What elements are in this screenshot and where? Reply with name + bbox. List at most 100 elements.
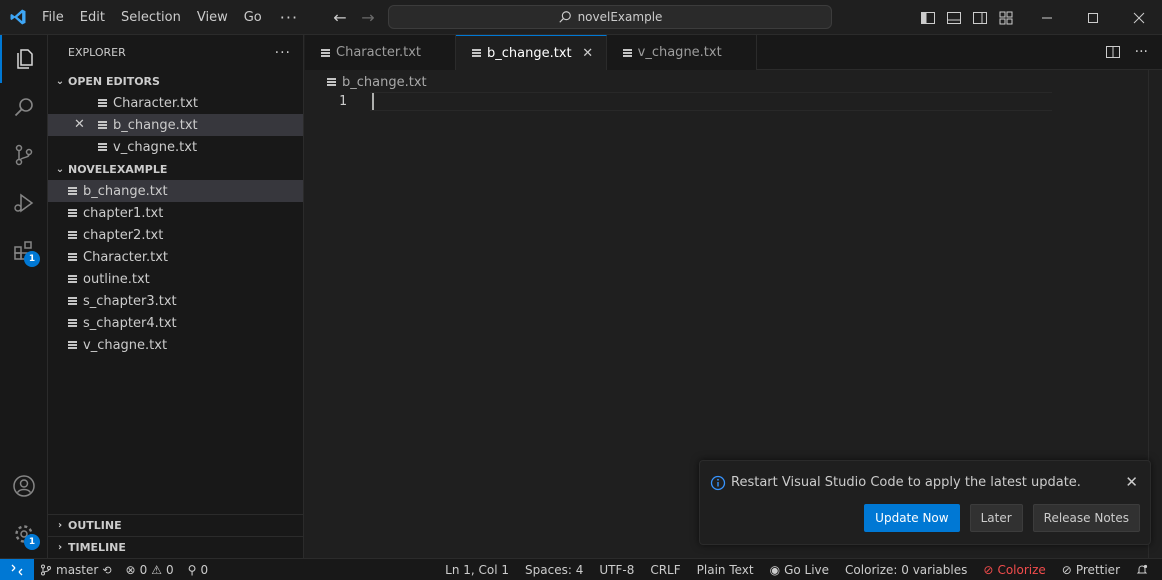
open-editor-item-active[interactable]: ✕ b_change.txt <box>48 114 303 136</box>
menu-view[interactable]: View <box>189 0 236 35</box>
file-text-icon <box>68 318 78 328</box>
branch-name: master <box>56 563 99 577</box>
later-button[interactable]: Later <box>969 504 1023 532</box>
info-icon <box>710 475 726 491</box>
notification-message: Restart Visual Studio Code to apply the … <box>731 475 1081 490</box>
more-actions-icon[interactable]: ··· <box>275 45 291 61</box>
menu-selection[interactable]: Selection <box>113 0 189 35</box>
git-branch-icon <box>41 564 51 576</box>
problems-status[interactable]: ⊗ 0 ⚠ 0 <box>126 563 174 577</box>
toggle-secondary-sidebar-icon[interactable] <box>972 10 988 26</box>
close-editor-icon[interactable]: ✕ <box>74 117 85 132</box>
open-editor-label: b_change.txt <box>113 117 198 133</box>
minimize-button[interactable] <box>1024 0 1070 35</box>
file-label: v_chagne.txt <box>83 337 168 353</box>
file-item[interactable]: chapter2.txt <box>48 224 303 246</box>
chevron-right-icon: › <box>57 542 63 553</box>
text-cursor <box>372 93 374 110</box>
error-count: 0 <box>139 563 148 577</box>
run-debug-icon <box>14 193 34 213</box>
tab-b-change[interactable]: b_change.txt ✕ <box>456 35 607 70</box>
file-text-icon <box>68 274 78 284</box>
tab-v-chagne[interactable]: v_chagne.txt <box>606 35 757 70</box>
cursor-position[interactable]: Ln 1, Col 1 <box>445 563 509 577</box>
release-notes-button[interactable]: Release Notes <box>1032 504 1140 532</box>
broadcast-icon: ⚲ <box>187 563 197 577</box>
file-text-icon <box>321 48 331 58</box>
arrow-left-icon[interactable]: ← <box>330 8 350 28</box>
source-control-icon <box>15 144 33 166</box>
accounts-button[interactable] <box>0 462 48 510</box>
maximize-button[interactable] <box>1070 0 1116 35</box>
file-text-icon <box>68 340 78 350</box>
file-text-icon <box>98 142 108 152</box>
manage-button[interactable]: 1 <box>0 510 48 558</box>
file-item[interactable]: s_chapter4.txt <box>48 312 303 334</box>
close-notification-icon[interactable]: ✕ <box>1125 473 1138 491</box>
remote-indicator[interactable] <box>0 559 34 580</box>
open-editor-item[interactable]: Character.txt <box>48 92 303 114</box>
close-tab-icon[interactable]: ✕ <box>580 46 596 61</box>
open-editor-item[interactable]: v_chagne.txt <box>48 136 303 158</box>
tab-label: b_change.txt <box>487 45 572 61</box>
branch-status[interactable]: master ⟲ <box>40 563 112 577</box>
file-text-icon <box>622 48 633 58</box>
notifications-status[interactable] <box>1136 564 1148 576</box>
split-editor-icon[interactable] <box>1105 44 1121 60</box>
editor-actions: ··· <box>1105 44 1148 60</box>
extensions-view-button[interactable]: 1 <box>0 227 48 275</box>
explorer-title: EXPLORER <box>68 46 126 59</box>
ports-status[interactable]: ⚲ 0 <box>188 563 208 577</box>
search-icon <box>558 11 571 23</box>
explorer-header: EXPLORER ··· <box>48 35 303 70</box>
outline-header[interactable]: › OUTLINE <box>48 514 304 536</box>
error-icon: ⊗ <box>125 563 136 577</box>
toggle-panel-icon[interactable] <box>946 10 962 26</box>
menu-go[interactable]: Go <box>236 0 270 35</box>
file-item[interactable]: Character.txt <box>48 246 303 268</box>
language-mode[interactable]: Plain Text <box>697 563 754 577</box>
command-center[interactable]: novelExample <box>388 5 832 29</box>
menu-more-icon[interactable]: ··· <box>270 0 308 35</box>
vscode-logo-icon <box>10 9 26 25</box>
go-live-status[interactable]: ◉ Go Live <box>770 563 829 577</box>
breadcrumb[interactable]: b_change.txt <box>327 72 427 92</box>
more-actions-icon[interactable]: ··· <box>1135 44 1148 60</box>
chevron-right-icon: › <box>57 520 63 531</box>
search-view-button[interactable] <box>0 83 48 131</box>
source-control-view-button[interactable] <box>0 131 48 179</box>
file-item[interactable]: v_chagne.txt <box>48 334 303 356</box>
customize-layout-icon[interactable] <box>998 10 1014 26</box>
file-item[interactable]: b_change.txt <box>48 180 303 202</box>
folder-header[interactable]: ⌄ NOVELEXAMPLE <box>48 158 303 180</box>
toggle-primary-sidebar-icon[interactable] <box>920 10 936 26</box>
close-window-button[interactable] <box>1116 0 1162 35</box>
timeline-header[interactable]: › TIMELINE <box>48 536 304 558</box>
indentation[interactable]: Spaces: 4 <box>525 563 583 577</box>
tab-character[interactable]: Character.txt <box>305 35 457 70</box>
file-item[interactable]: outline.txt <box>48 268 303 290</box>
update-now-button[interactable]: Update Now <box>864 504 960 532</box>
file-text-icon <box>68 252 78 262</box>
prettier-status[interactable]: ⊘ Prettier <box>1062 563 1120 577</box>
colorize-status[interactable]: ⊘ Colorize <box>983 563 1045 577</box>
ports-count: 0 <box>200 563 209 577</box>
current-line-highlight[interactable] <box>370 92 1052 111</box>
explorer-view-button[interactable] <box>0 35 48 83</box>
outline-title: OUTLINE <box>68 519 122 532</box>
encoding[interactable]: UTF-8 <box>599 563 634 577</box>
line-ending[interactable]: CRLF <box>650 563 680 577</box>
file-label: s_chapter3.txt <box>83 293 177 309</box>
menu-file[interactable]: File <box>34 0 72 35</box>
sync-icon: ⟲ <box>102 563 112 577</box>
open-editors-header[interactable]: ⌄ OPEN EDITORS <box>48 70 303 92</box>
run-debug-view-button[interactable] <box>0 179 48 227</box>
colorize-variables[interactable]: Colorize: 0 variables <box>845 563 967 577</box>
command-center-label: novelExample <box>577 10 663 24</box>
file-item[interactable]: chapter1.txt <box>48 202 303 224</box>
arrow-right-icon[interactable]: → <box>358 8 378 28</box>
circle-slash-icon: ⊘ <box>983 563 994 577</box>
menu-edit[interactable]: Edit <box>72 0 113 35</box>
file-item[interactable]: s_chapter3.txt <box>48 290 303 312</box>
update-notification: Restart Visual Studio Code to apply the … <box>699 460 1151 545</box>
